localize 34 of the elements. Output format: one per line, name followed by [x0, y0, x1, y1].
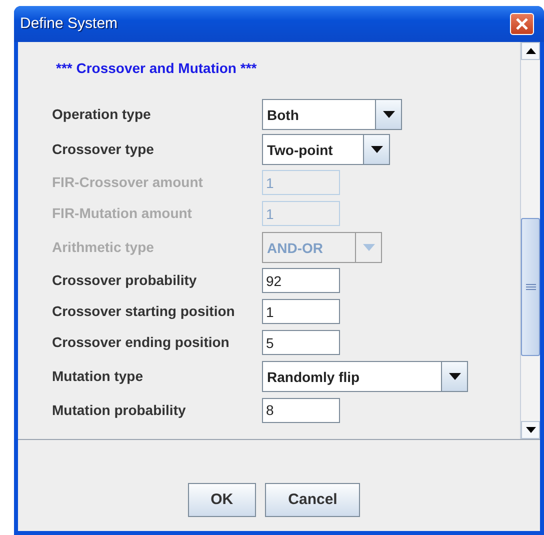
field-label: Operation type [52, 104, 152, 124]
field-label: Arithmetic type [52, 238, 155, 257]
up-arrow-icon [526, 48, 536, 54]
scroll-thumb[interactable] [521, 218, 540, 356]
scroll-up-button[interactable] [521, 42, 540, 60]
window-title: Define System [20, 14, 118, 34]
ok-button[interactable]: OK [188, 483, 256, 517]
text-field[interactable]: 5 [262, 330, 340, 355]
section-title: *** Crossover and Mutation *** [55, 59, 258, 78]
text-field[interactable]: 1 [262, 299, 340, 324]
close-button[interactable] [510, 13, 534, 35]
field-label: Crossover starting position [52, 302, 236, 321]
field-label: FIR-Mutation amount [52, 204, 193, 223]
text-field[interactable]: 8 [262, 398, 340, 422]
scroll-down-button[interactable] [521, 421, 540, 439]
dropdown[interactable]: Both [262, 98, 402, 130]
field-label: FIR-Crossover amount [52, 173, 204, 192]
dropdown-arrow-icon [362, 244, 374, 250]
dropdown[interactable]: Randomly flip [262, 360, 468, 392]
cancel-button[interactable]: Cancel [265, 483, 360, 517]
grip-icon [526, 284, 536, 290]
down-arrow-icon [526, 427, 536, 433]
dropdown-arrow-icon [448, 372, 460, 380]
dropdown-arrow-icon [370, 146, 382, 152]
field-label: Mutation type [52, 366, 144, 386]
field-label: Crossover ending position [52, 333, 230, 352]
scrollbar[interactable] [520, 42, 540, 439]
close-icon [515, 17, 529, 31]
text-field[interactable]: 92 [262, 268, 340, 293]
field-label: Crossover probability [52, 271, 198, 290]
dropdown[interactable]: Two-point [262, 134, 390, 164]
field-label: Crossover type [52, 140, 155, 159]
dropdown-arrow-icon [382, 110, 394, 118]
field-label: Mutation probability [52, 400, 187, 420]
